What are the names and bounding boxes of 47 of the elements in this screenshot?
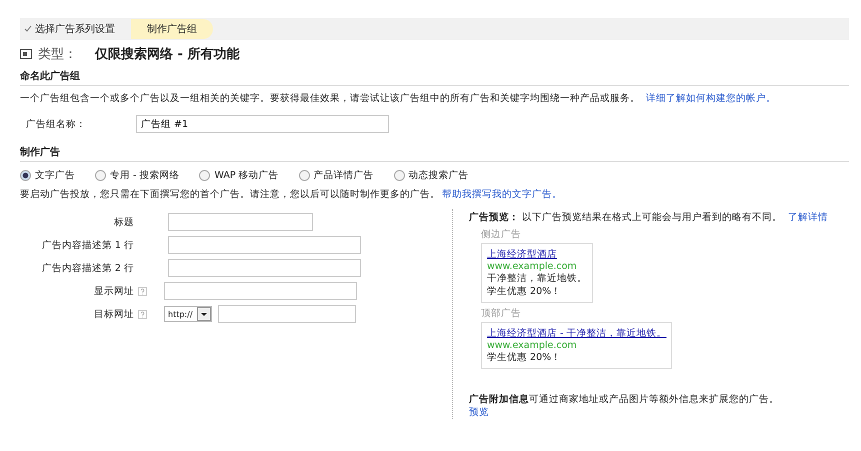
intro-text: 要启动广告投放，您只需在下面撰写您的首个广告。请注意，您以后可以随时制作更多的广告。 [20,189,440,200]
field-label: 显示网址 [93,284,135,298]
breadcrumb-step[interactable]: 制作广告组 [131,19,213,39]
ad-type-radio[interactable]: 文字广告 [20,169,75,182]
preview-title: 广告预览： [469,212,519,223]
ad-caption: 顶部广告 [481,307,522,320]
preview-link[interactable]: 预览 [469,406,489,419]
ad-url: www.example.com [487,340,578,351]
text-field[interactable] [164,282,357,300]
section-title: 制作广告 [20,145,849,162]
field-label: 目标网址 [93,308,135,320]
field-label: 广告组名称： [26,118,87,130]
type-value: 仅限搜索网络 - 所有功能 [95,46,240,63]
help-icon[interactable] [138,286,147,296]
preview-note: 以下广告预览结果在格式上可能会与用户看到的略有不同。 [522,212,782,223]
extensions-text: 广告附加信息可通过商家地址或产品图片等额外信息来扩展您的广告。 [469,394,779,405]
text-field[interactable] [168,213,313,231]
ad-type-icon [20,49,32,59]
ad-text: 干净整洁，靠近地铁。 [487,272,587,285]
ad-headline[interactable]: 上海经济型酒店 - 干净整洁，靠近地铁。 [487,327,666,340]
ad-caption: 侧边广告 [481,228,522,241]
caret-icon [196,307,211,321]
field-label: 广告内容描述第 1 行 [40,238,135,252]
text-field[interactable] [168,236,361,254]
protocol-dropdown[interactable]: http:// [164,306,212,322]
check-icon [24,25,32,33]
description-text: 一个广告组包含一个或多个广告以及一组相关的关键字。要获得最佳效果，请尝试让该广告组中的所有广告和关键字均围绕一种产品或服务。 [20,93,640,104]
ad-type-radio[interactable]: 动态搜索广告 [394,169,469,182]
section-title: 命名此广告组 [20,69,849,86]
text-field[interactable] [168,259,361,277]
ad-headline[interactable]: 上海经济型酒店 [487,248,587,261]
ad-type-radio[interactable]: 专用 - 搜索网络 [95,169,180,182]
help-link[interactable]: 帮助我撰写我的文字广告。 [442,189,562,200]
ad-type-radio[interactable]: 产品详情广告 [298,169,374,182]
field-label: 标题 [113,216,135,228]
url-field[interactable] [218,305,356,323]
details-link[interactable]: 了解详情 [788,212,828,223]
ad-text: 学生优惠 20%！ [487,285,562,298]
learn-more-link[interactable]: 详细了解如何构建您的帐户。 [646,93,776,104]
type-label: 类型： [38,46,77,63]
help-icon[interactable] [138,310,147,318]
ad-type-radio[interactable]: WAP 移动广告 [199,169,279,182]
field-label: 广告内容描述第 2 行 [40,262,135,274]
ad-group-name-field[interactable]: 广告组 #1 [136,115,389,133]
ad-text: 学生优惠 20%！ [487,351,562,364]
ad-url: www.example.com [487,261,578,272]
breadcrumb-step[interactable]: 选择广告系列设置 [20,19,131,39]
